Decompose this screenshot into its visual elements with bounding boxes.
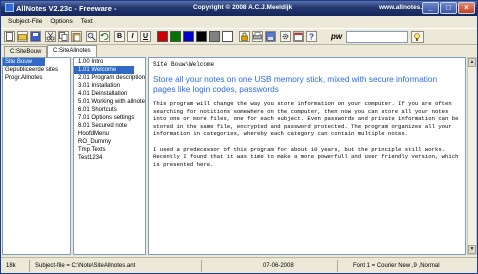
- paste-icon[interactable]: [71, 31, 82, 42]
- note-editor[interactable]: Site Bouw\Welcome Store all your notes o…: [148, 57, 466, 255]
- status-font: Font 1 = Courier New ,9 ,Normal: [353, 263, 440, 269]
- scroll-up-icon[interactable]: ▲: [468, 58, 476, 67]
- subject-item[interactable]: Progr.Allnotes: [3, 74, 70, 82]
- note-paragraph: This program will change the way you sto…: [153, 100, 459, 138]
- subjects-list[interactable]: Site Bouw Gepubliceerde sites Progr.Alln…: [2, 57, 71, 255]
- title-bar[interactable]: AllNotes V2.23c - Freeware - Copyright ©…: [1, 1, 477, 16]
- note-item[interactable]: 5.01 Working with allnotes: [74, 98, 145, 106]
- save-all-icon[interactable]: [265, 31, 276, 42]
- subject-item[interactable]: Gepubliceerde sites: [3, 66, 70, 74]
- note-body[interactable]: This program will change the way you sto…: [153, 100, 463, 176]
- undo-icon[interactable]: [99, 31, 110, 42]
- note-paragraph: I used a predecessor of this program for…: [153, 145, 459, 168]
- minimize-button[interactable]: _: [422, 2, 439, 14]
- print-icon[interactable]: [252, 31, 263, 42]
- help-icon[interactable]: ?: [306, 31, 317, 42]
- editor-scrollbar[interactable]: ▲ ▼: [467, 57, 477, 255]
- italic-button[interactable]: I: [127, 31, 138, 42]
- menu-options[interactable]: Options: [46, 16, 76, 27]
- tab-sitebouw[interactable]: C:SiteBouw: [4, 46, 48, 57]
- settings-icon[interactable]: [280, 31, 291, 42]
- note-heading: Store all your notes on one USB memory s…: [153, 74, 438, 94]
- calendar-icon[interactable]: [293, 31, 304, 42]
- maximize-button[interactable]: □: [440, 2, 457, 14]
- status-bar: 18k Subject-file = C:\Note\SiteAllnotes.…: [1, 257, 477, 273]
- color-black-swatch[interactable]: [196, 31, 207, 42]
- note-item[interactable]: 1.00 Intro: [74, 58, 145, 66]
- color-blue-swatch[interactable]: [183, 31, 194, 42]
- note-item[interactable]: 1.01 Welcome: [74, 66, 134, 74]
- color-green-swatch[interactable]: [170, 31, 181, 42]
- note-item[interactable]: Tmp Texts: [74, 146, 145, 154]
- note-item[interactable]: 7.01 Options settings: [74, 114, 145, 122]
- note-item[interactable]: 3.01 Installation: [74, 82, 145, 90]
- password-field[interactable]: [346, 31, 408, 43]
- tab-strip: C:SiteBouw C:SiteAllnotes: [1, 45, 477, 57]
- app-icon: [5, 3, 14, 12]
- find-icon[interactable]: [86, 31, 97, 42]
- note-item[interactable]: 4.01 Deinstallation: [74, 90, 145, 98]
- scroll-down-icon[interactable]: ▼: [468, 245, 476, 254]
- bold-button[interactable]: B: [114, 31, 125, 42]
- note-item[interactable]: Test1234: [74, 154, 145, 162]
- color-gray-swatch[interactable]: [209, 31, 220, 42]
- note-item[interactable]: 8.01 Secured note: [74, 122, 145, 130]
- note-item[interactable]: 6.01 Shortcuts: [74, 106, 145, 114]
- copyright-text: Copyright © 2008 A.C.J.Meeldijk: [193, 3, 293, 11]
- app-window: AllNotes V2.23c - Freeware - Copyright ©…: [0, 0, 478, 274]
- status-size: 18k: [6, 263, 16, 269]
- status-date: 07-06-2008: [263, 263, 294, 269]
- menu-text[interactable]: Text: [77, 16, 97, 27]
- note-path: Site Bouw\Welcome: [153, 61, 215, 68]
- lock-icon[interactable]: [239, 31, 250, 42]
- new-icon[interactable]: [4, 31, 15, 42]
- close-button[interactable]: ×: [458, 2, 475, 14]
- password-label: pw: [331, 32, 343, 41]
- copy-icon[interactable]: [58, 31, 69, 42]
- cut-icon[interactable]: [45, 31, 56, 42]
- open-folder-icon[interactable]: [17, 31, 28, 42]
- subject-item[interactable]: Site Bouw: [3, 58, 45, 66]
- tab-siteallnotes[interactable]: C:SiteAllnotes: [47, 45, 97, 57]
- website-url: www.allnotes.nl: [379, 3, 428, 11]
- status-subject-file: Subject-file = C:\Note\SiteAllnotes.ant: [35, 263, 136, 269]
- password-confirm-icon[interactable]: [411, 31, 424, 43]
- note-item[interactable]: RO_Dummy: [74, 138, 145, 146]
- menu-subject-file[interactable]: Subject-File: [4, 16, 46, 27]
- note-item[interactable]: 2.01 Program description: [74, 74, 145, 82]
- note-item[interactable]: HoofdMenu: [74, 130, 145, 138]
- window-title: AllNotes V2.23c - Freeware -: [5, 3, 116, 13]
- color-red-swatch[interactable]: [157, 31, 168, 42]
- toolbar: B I U ? pw: [1, 28, 477, 45]
- menu-bar: Subject-File Options Text: [1, 16, 477, 27]
- underline-button[interactable]: U: [140, 31, 151, 42]
- svg-text:?: ?: [309, 33, 314, 42]
- save-disk-icon[interactable]: [30, 31, 41, 42]
- color-white-swatch[interactable]: [222, 31, 233, 42]
- notes-list[interactable]: 1.00 Intro 1.01 Welcome 2.01 Program des…: [73, 57, 146, 255]
